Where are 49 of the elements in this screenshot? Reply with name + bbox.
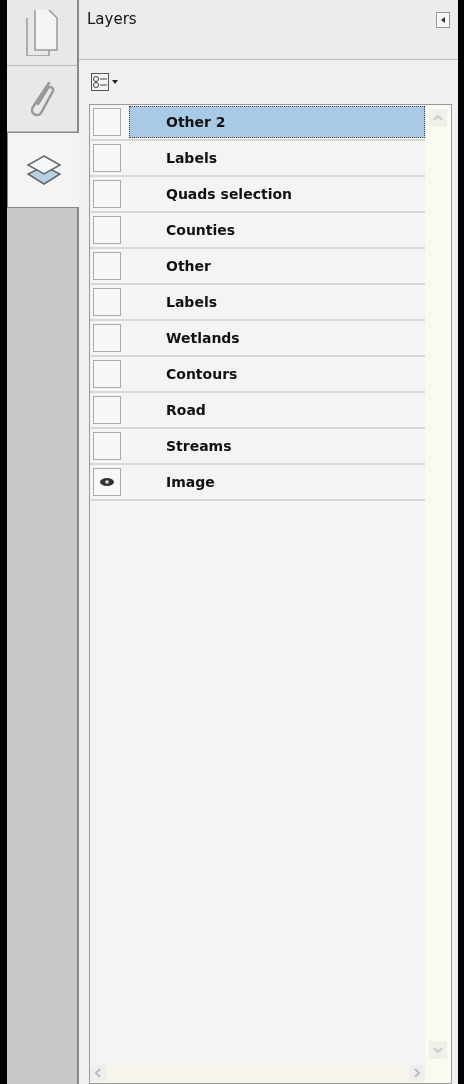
layer-name: Labels: [165, 148, 219, 168]
visibility-toggle[interactable]: [93, 432, 121, 460]
triangle-left-icon: [441, 17, 445, 23]
visibility-toggle[interactable]: [93, 252, 121, 280]
layer-name: Image: [165, 472, 216, 492]
layer-row[interactable]: Image: [90, 465, 425, 501]
layer-name: Road: [165, 400, 207, 420]
eye-icon: [100, 478, 114, 486]
layer-row[interactable]: Labels: [90, 141, 425, 177]
visibility-toggle[interactable]: [93, 360, 121, 388]
options-menu-button[interactable]: [91, 73, 119, 91]
side-tab[interactable]: [7, 132, 79, 208]
layer-name: Contours: [165, 364, 239, 384]
layer-name: Wetlands: [165, 328, 241, 348]
layer-name: Other 2: [129, 106, 425, 138]
layer-row[interactable]: Quads selection: [90, 177, 425, 213]
layer-row[interactable]: Other: [90, 249, 425, 285]
visibility-toggle[interactable]: [93, 396, 121, 424]
visibility-toggle[interactable]: [93, 324, 121, 352]
visibility-toggle[interactable]: [93, 144, 121, 172]
scroll-up-icon: [429, 109, 447, 127]
layer-row[interactable]: Streams: [90, 429, 425, 465]
scroll-right-icon: [409, 1065, 425, 1081]
side-tab[interactable]: [7, 66, 77, 132]
vertical-scrollbar[interactable]: [425, 105, 451, 1083]
layer-row[interactable]: Wetlands: [90, 321, 425, 357]
layer-row[interactable]: Road: [90, 393, 425, 429]
panel-title: Layers: [87, 9, 137, 30]
layer-row[interactable]: Counties: [90, 213, 425, 249]
collapse-button[interactable]: [436, 12, 450, 28]
side-tab[interactable]: [7, 0, 77, 66]
layer-row[interactable]: Contours: [90, 357, 425, 393]
layer-name: Quads selection: [165, 184, 294, 204]
list-options-icon: [91, 73, 119, 91]
horizontal-scrollbar[interactable]: [90, 1065, 425, 1083]
layer-name: Streams: [165, 436, 233, 456]
visibility-toggle[interactable]: [93, 216, 121, 244]
layer-name: Other: [165, 256, 212, 276]
visibility-toggle[interactable]: [93, 180, 121, 208]
visibility-toggle[interactable]: [93, 288, 121, 316]
layer-row[interactable]: Labels: [90, 285, 425, 321]
visibility-toggle[interactable]: [93, 468, 121, 496]
visibility-toggle[interactable]: [93, 108, 121, 136]
layer-row[interactable]: Other 2: [90, 105, 425, 141]
pages-icon: [25, 9, 59, 56]
layer-name: Counties: [165, 220, 237, 240]
layer-name: Labels: [165, 292, 219, 312]
scroll-down-icon: [429, 1041, 447, 1059]
layers-icon: [25, 154, 62, 186]
